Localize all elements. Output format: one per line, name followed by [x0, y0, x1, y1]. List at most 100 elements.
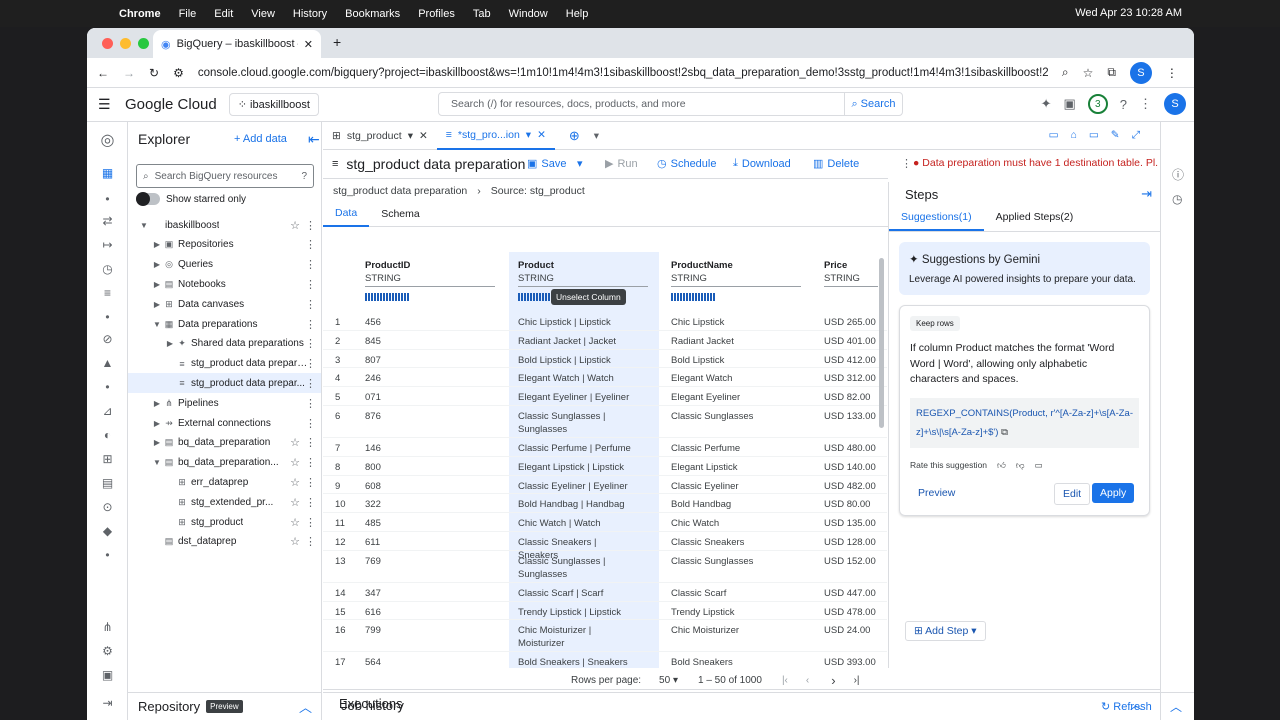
- more-icon[interactable]: ⋮: [305, 456, 316, 469]
- star-icon[interactable]: ☆: [290, 516, 300, 529]
- more-icon[interactable]: ⋮: [305, 337, 316, 350]
- table-row[interactable]: 1 456 Chic Lipstick | Lipstick Chic Lipstic…: [323, 312, 887, 331]
- next-page-icon[interactable]: ›: [831, 673, 835, 688]
- transfers-icon[interactable]: ⇄: [87, 214, 128, 228]
- expand-arrow-icon[interactable]: ▶: [151, 419, 163, 428]
- feedback-icon[interactable]: ▭: [1035, 460, 1043, 471]
- tab-stg-product[interactable]: ⊞ stg_product ▾ ✕: [323, 122, 437, 150]
- more-icon[interactable]: ⋮: [305, 238, 316, 251]
- new-menu-icon[interactable]: ▾: [594, 130, 599, 142]
- download-button[interactable]: ⤓ Download: [733, 157, 791, 170]
- notes-icon[interactable]: ▣: [87, 668, 128, 682]
- more-icon[interactable]: ⋮: [305, 535, 316, 548]
- compass-icon[interactable]: ◐: [87, 428, 128, 442]
- more-icon[interactable]: ⋮: [305, 219, 316, 232]
- menu-bookmarks[interactable]: Bookmarks: [345, 8, 400, 20]
- account-avatar[interactable]: S: [1164, 93, 1186, 115]
- refresh-button[interactable]: ↻ Refresh: [1101, 700, 1152, 713]
- column-header-productname[interactable]: ProductName STRING: [671, 252, 811, 312]
- thumbs-down-icon[interactable]: 👎︎: [1016, 460, 1025, 471]
- collapse-explorer-icon[interactable]: ⇤: [308, 131, 320, 148]
- tree-item[interactable]: ⊞ stg_product ☆ ⋮: [128, 512, 321, 532]
- browser-tab[interactable]: ◉ BigQuery – ibaskillboost – Go ✕: [153, 30, 321, 58]
- forward-icon[interactable]: →: [123, 66, 135, 80]
- tree-item[interactable]: ≡ stg_product data prepara... ⋮: [128, 354, 321, 374]
- cloud-shell-icon[interactable]: ▣: [1063, 96, 1075, 112]
- copy-icon[interactable]: ⧉: [1001, 427, 1008, 438]
- table-icon[interactable]: ▤: [87, 476, 128, 490]
- star-icon[interactable]: ☆: [290, 476, 300, 489]
- tab-suggestions[interactable]: Suggestions(1): [889, 206, 984, 231]
- more-icon[interactable]: ⋮: [305, 298, 316, 311]
- star-icon[interactable]: ☆: [290, 436, 300, 449]
- more-icon[interactable]: ⋮: [305, 377, 316, 390]
- table-row[interactable]: 12 611 Classic Sneakers | Sneakers Classic …: [323, 532, 887, 561]
- extensions-icon[interactable]: ⧉: [1107, 65, 1116, 80]
- close-tab-icon[interactable]: ✕: [537, 129, 546, 141]
- url-field[interactable]: console.cloud.google.com/bigquery?projec…: [198, 67, 1048, 79]
- starred-toggle[interactable]: [136, 192, 160, 206]
- search-input[interactable]: Search (/) for resources, docs, products…: [439, 98, 844, 110]
- list-icon[interactable]: ≡: [87, 286, 128, 300]
- explorer-search-input[interactable]: Search BigQuery resources: [155, 171, 296, 182]
- history-icon[interactable]: ◷: [1172, 192, 1182, 206]
- tree-item[interactable]: ▶ ✦ Shared data preparations ⋮: [128, 334, 321, 354]
- expand-arrow-icon[interactable]: ▶: [151, 438, 163, 447]
- zoom-icon[interactable]: ⌕: [1062, 65, 1069, 80]
- star-icon[interactable]: ☆: [290, 496, 300, 509]
- new-tab-icon[interactable]: +: [333, 34, 341, 50]
- table-row[interactable]: 9 608 Classic Eyeliner | Eyeliner Classic E…: [323, 476, 887, 495]
- lock-icon[interactable]: ▲: [87, 356, 128, 370]
- expand-arrow-icon[interactable]: ▶: [151, 280, 163, 289]
- notifications-badge[interactable]: 3: [1087, 94, 1108, 114]
- new-query-icon[interactable]: ⊕: [569, 128, 580, 144]
- policy-icon[interactable]: ⊙: [87, 500, 128, 514]
- menu-edit[interactable]: Edit: [214, 8, 233, 20]
- table-row[interactable]: 11 485 Chic Watch | Watch Chic Watch USD 135…: [323, 513, 887, 532]
- column-header-price[interactable]: Price STRING: [824, 252, 884, 312]
- table-row[interactable]: 14 347 Classic Scarf | Scarf Classic Scarf U…: [323, 583, 887, 602]
- zoom-window-button[interactable]: [138, 37, 149, 49]
- schedule-button[interactable]: ◷ Schedule: [657, 157, 716, 171]
- table-row[interactable]: 15 616 Trendy Lipstick | Lipstick Trendy Li…: [323, 602, 887, 621]
- tab-menu-icon[interactable]: ▾: [408, 130, 413, 142]
- more-actions-icon[interactable]: ⋮: [901, 157, 912, 170]
- menu-file[interactable]: File: [179, 8, 197, 20]
- last-page-icon[interactable]: ›|: [854, 675, 860, 686]
- tree-item[interactable]: ▼ ibaskillboost ☆ ⋮: [128, 215, 321, 235]
- table-row[interactable]: 2 845 Radiant Jacket | Jacket Radiant Jacke…: [323, 331, 887, 350]
- search-help-icon[interactable]: ?: [301, 171, 307, 182]
- apply-button[interactable]: Apply: [1092, 482, 1135, 503]
- tree-item[interactable]: ▶ ▤ Notebooks ⋮: [128, 274, 321, 294]
- pipelines-icon[interactable]: ↦: [87, 238, 128, 252]
- tree-item[interactable]: ▶ ⊞ Data canvases ⋮: [128, 294, 321, 314]
- google-cloud-logo[interactable]: Google Cloud: [125, 96, 217, 113]
- profile-avatar[interactable]: S: [1129, 61, 1152, 84]
- browser-menu-icon[interactable]: ⋮: [1166, 66, 1178, 80]
- gemini-icon[interactable]: ✦: [1041, 96, 1052, 112]
- expand-arrow-icon[interactable]: ▼: [151, 320, 163, 329]
- menu-help[interactable]: Help: [566, 8, 589, 20]
- save-menu-icon[interactable]: ▾: [577, 157, 583, 170]
- apps-icon[interactable]: ⊞: [87, 452, 128, 466]
- expand-arrow-icon[interactable]: ▶: [151, 399, 163, 408]
- add-data-button[interactable]: + Add data: [234, 133, 287, 145]
- first-page-icon[interactable]: |‹: [782, 675, 788, 686]
- settings-menu-icon[interactable]: ⋮: [1139, 96, 1152, 112]
- expand-arrow-icon[interactable]: ▼: [138, 221, 150, 230]
- expand-arrow-icon[interactable]: ▶: [151, 300, 163, 309]
- table-row[interactable]: 16 799 Chic Moisturizer | Moisturizer Chic …: [323, 620, 887, 653]
- bookmark-star-icon[interactable]: ☆: [1083, 66, 1094, 80]
- tab-menu-icon[interactable]: ▾: [526, 129, 531, 141]
- thumbs-up-icon[interactable]: 👍︎: [997, 460, 1006, 471]
- expand-arrow-icon[interactable]: ▶: [164, 339, 176, 348]
- tree-item[interactable]: ⊞ err_dataprep ☆ ⋮: [128, 472, 321, 492]
- expand-arrow-icon[interactable]: ▶: [151, 240, 163, 249]
- graph-icon[interactable]: ⋔: [87, 620, 128, 634]
- console-search[interactable]: Search (/) for resources, docs, products…: [438, 92, 903, 116]
- more-icon[interactable]: ⋮: [305, 258, 316, 271]
- crumb-source[interactable]: Source: stg_product: [491, 185, 585, 197]
- explorer-nav-icon[interactable]: ▦: [87, 166, 128, 180]
- back-icon[interactable]: ←: [97, 66, 109, 80]
- delete-button[interactable]: ▥ Delete: [813, 157, 859, 171]
